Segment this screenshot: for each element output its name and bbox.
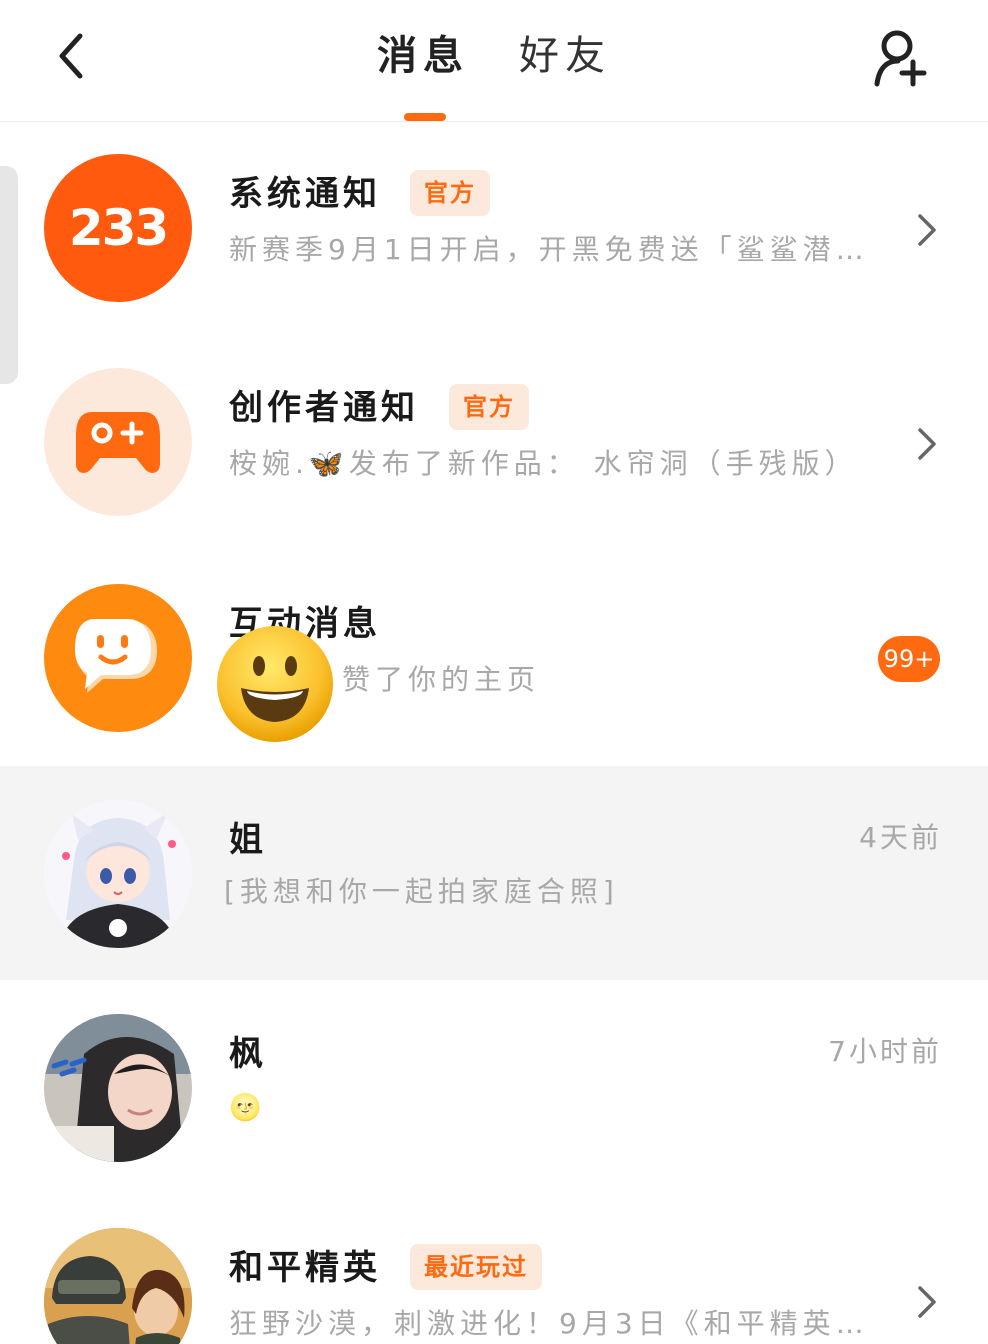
chevron-right-icon — [918, 214, 936, 246]
tab-bar: 消息 好友 — [0, 28, 988, 84]
chat-row-jie[interactable]: 姐 4天前 [我想和你一起拍家庭合照] — [0, 766, 988, 980]
message-row-system[interactable]: 233 系统通知 官方 新赛季9月1日开启，开黑免费送「鲨鲨潜艇... — [0, 122, 988, 336]
creator-notice-avatar — [44, 368, 192, 516]
recently-played-badge: 最近玩过 — [410, 1244, 542, 1290]
game-cover-art — [44, 1228, 192, 1344]
unread-count-badge: 99+ — [878, 636, 940, 682]
official-badge: 官方 — [449, 384, 529, 430]
chat-row-feng[interactable]: 枫 7小时前 🌝 — [0, 980, 988, 1194]
row-preview: [我想和你一起拍家庭合照] — [224, 875, 619, 908]
last-message-time: 4天前 — [859, 821, 942, 854]
official-badge: 官方 — [410, 170, 490, 216]
row-title: 姐 — [229, 820, 267, 860]
row-title: 系统通知 — [229, 174, 381, 214]
last-message-time: 7小时前 — [828, 1035, 942, 1068]
chevron-right-icon — [918, 428, 936, 460]
chat-smile-icon — [75, 619, 157, 693]
game-cover-avatar — [44, 1228, 192, 1344]
row-preview: 新赛季9月1日开启，开黑免费送「鲨鲨潜艇... — [229, 233, 869, 266]
anime-girl-avatar — [44, 800, 192, 948]
active-tab-indicator — [404, 113, 446, 121]
top-bar: 消息 好友 — [0, 0, 988, 122]
message-row-interaction[interactable]: 互动消息 赞了你的主页 99+ — [0, 550, 988, 764]
system-avatar-label: 233 — [68, 199, 169, 257]
message-row-game[interactable]: 和平精英 最近玩过 狂野沙漠，刺激进化！9月3日《和平精英》... — [0, 1194, 988, 1344]
chevron-right-icon — [918, 1286, 936, 1318]
row-title: 创作者通知 — [229, 388, 419, 428]
add-user-icon — [874, 30, 927, 87]
photo-avatar-art — [44, 1014, 192, 1162]
row-title: 枫 — [229, 1034, 267, 1074]
grinning-emoji-icon — [217, 626, 333, 742]
tab-messages[interactable]: 消息 — [377, 28, 469, 84]
anime-girl-avatar-art — [44, 800, 192, 948]
row-preview: 赞了你的主页 — [342, 663, 541, 696]
row-title: 和平精英 — [229, 1248, 381, 1288]
interaction-avatar — [44, 584, 192, 732]
row-preview: 🌝 — [229, 1093, 267, 1123]
row-preview: 狂野沙漠，刺激进化！9月3日《和平精英》... — [229, 1307, 869, 1340]
add-friend-button[interactable] — [866, 22, 936, 92]
row-preview: 桉婉.🦋发布了新作品： 水帘洞（手残版） — [229, 447, 858, 480]
gamepad-icon — [76, 412, 160, 473]
tab-friends[interactable]: 好友 — [519, 28, 611, 84]
message-row-creator[interactable]: 创作者通知 官方 桉婉.🦋发布了新作品： 水帘洞（手残版） — [0, 336, 988, 550]
system-notice-avatar: 233 — [44, 154, 192, 302]
photo-avatar — [44, 1014, 192, 1162]
